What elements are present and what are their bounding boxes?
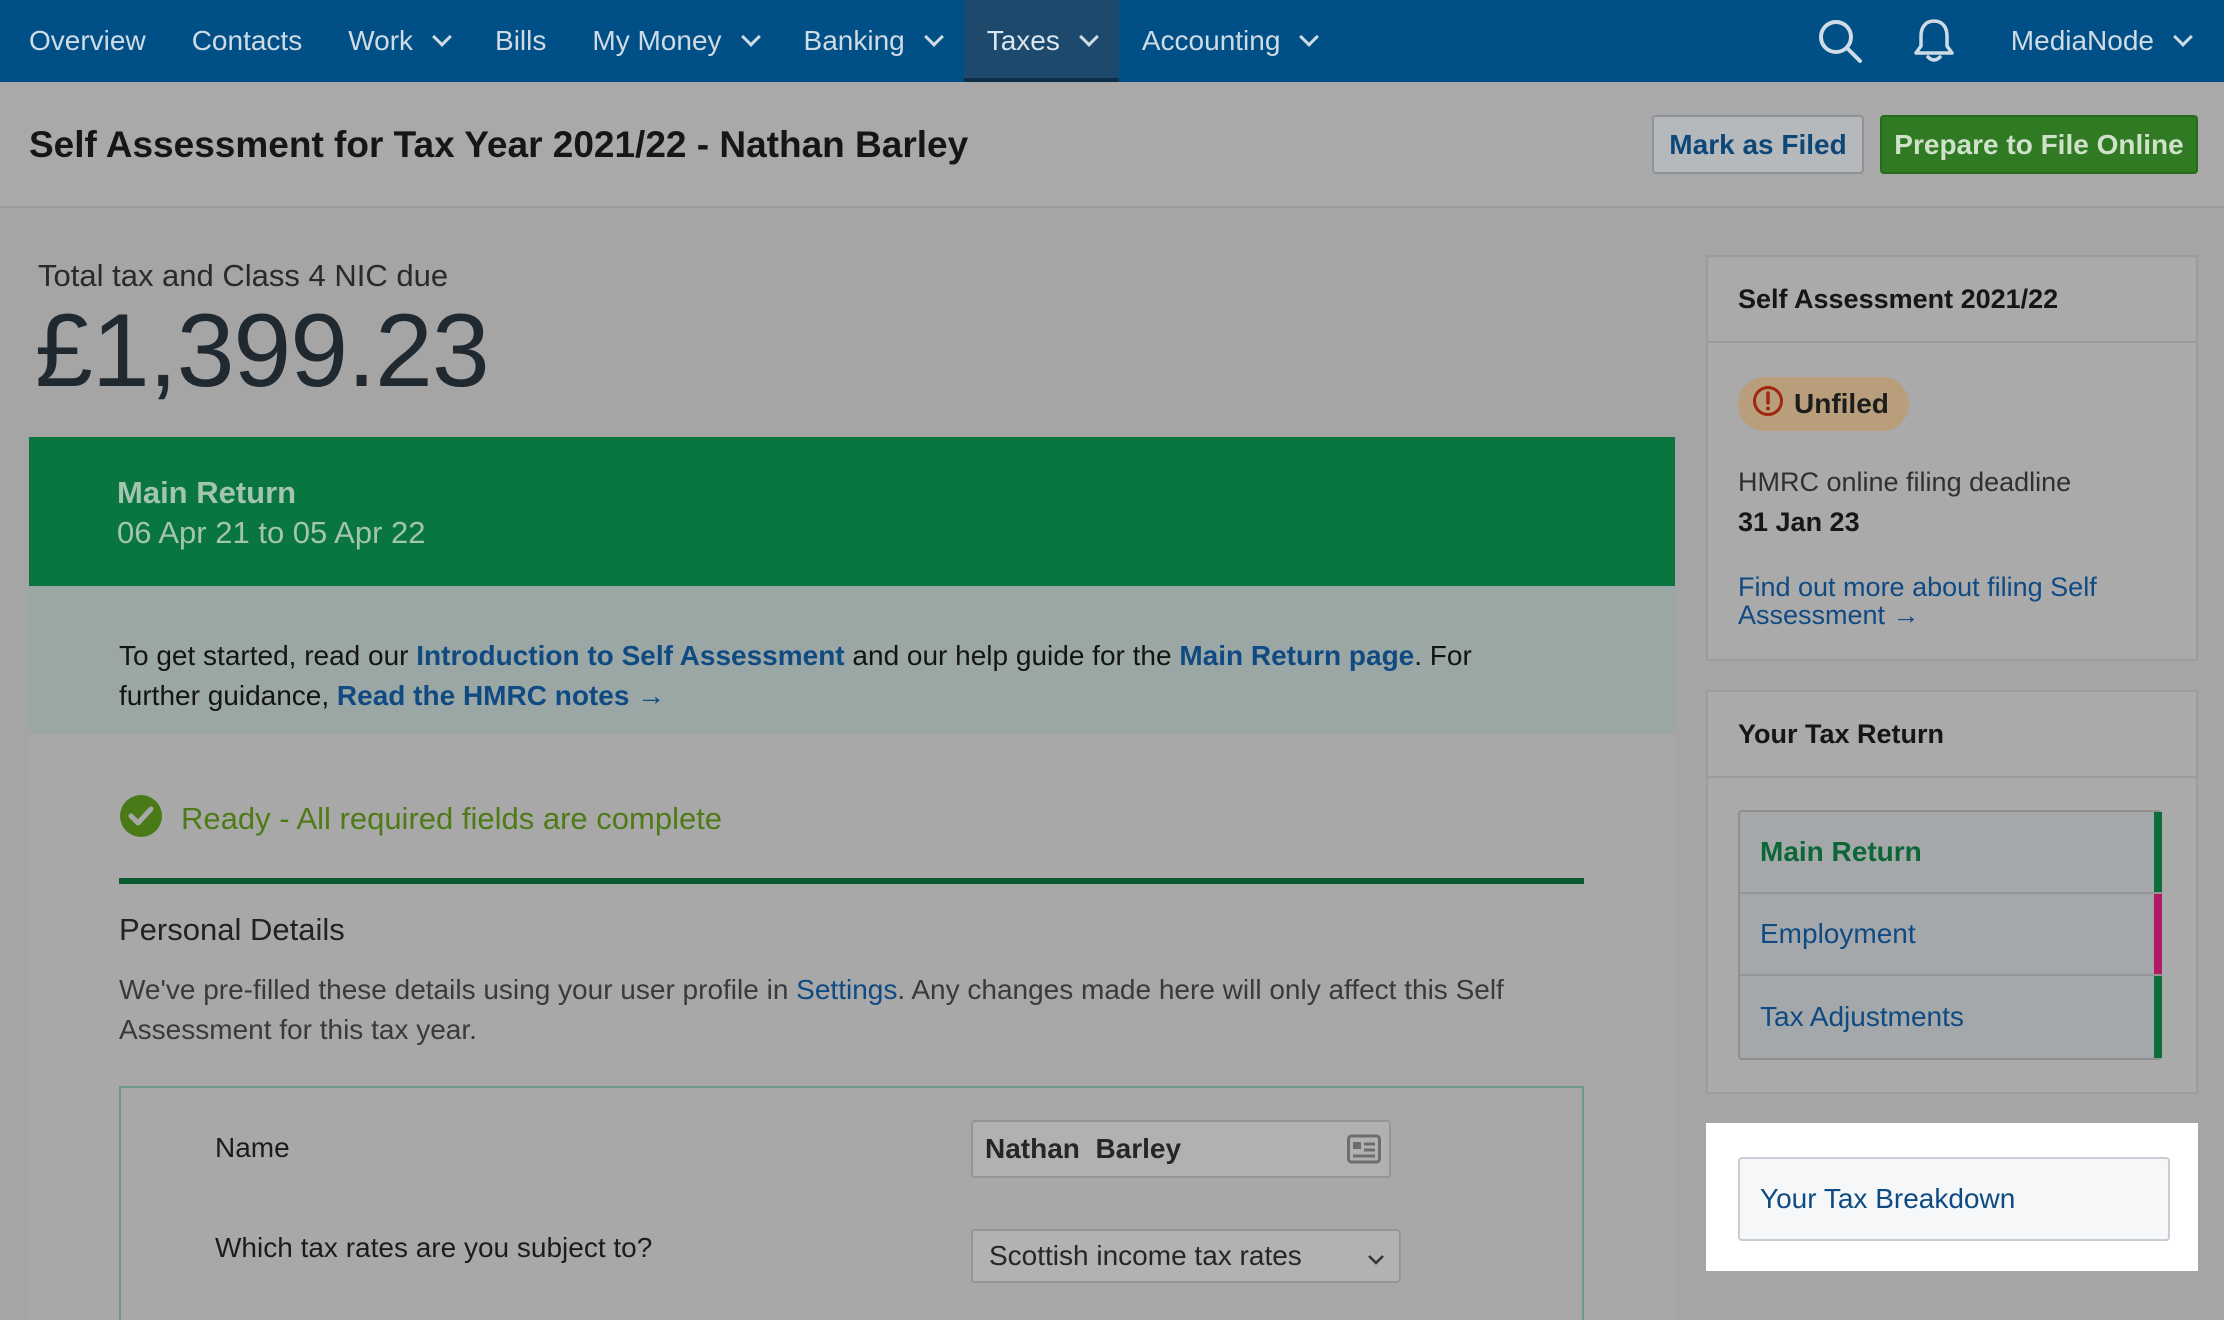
chevron-down-icon [1078,27,1099,47]
tax-breakdown-card: Your Tax Breakdown [1706,1123,2198,1271]
nav-work[interactable]: Work [325,0,472,82]
nav-contacts[interactable]: Contacts [169,0,326,82]
section-status-bar [2154,976,2162,1058]
warning-icon [1752,385,1784,424]
personal-details-heading: Personal Details [119,912,345,947]
total-tax-amount: £1,399.23 [35,293,490,409]
section-status-bar [2154,812,2162,892]
chevron-down-icon [432,27,452,47]
personal-details-fields: Name Nathan Barley Which tax rates are y… [119,1086,1584,1320]
total-tax-label: Total tax and Class 4 NIC due [38,258,449,293]
main-return-form: Ready - All required fields are complete… [29,734,1675,1320]
section-label: Tax Adjustments [1760,1001,1964,1032]
info-text-part: To get started, read our [119,640,417,671]
status-card-title: Self Assessment 2021/22 [1708,257,2196,343]
page-header: Self Assessment for Tax Year 2021/22 - N… [0,82,2224,208]
self-assessment-status-card: Self Assessment 2021/22 Unfiled HMRC onl… [1706,255,2198,661]
main-return-dates: 06 Apr 21 to 05 Apr 22 [117,515,426,550]
nav-overview-label: Overview [29,25,146,56]
section-divider [119,878,1584,884]
your-tax-return-card: Your Tax Return Main Return Employment T… [1706,690,2198,1094]
nav-banking[interactable]: Banking [781,0,964,82]
nav-right-tools: MediaNode [1815,0,2224,82]
chevron-down-icon [923,27,944,47]
section-label: Main Return [1760,836,1922,867]
contact-card-icon[interactable] [1347,1134,1381,1171]
tax-return-card-title: Your Tax Return [1708,692,2196,778]
chevron-down-icon [1299,27,1320,47]
ready-status: Ready - All required fields are complete [119,794,722,843]
prepare-to-file-online-button[interactable]: Prepare to File Online [1880,115,2198,174]
section-employment[interactable]: Employment [1740,894,2162,976]
info-text-part: and our help guide for the [844,640,1180,671]
tax-return-sections: Main Return Employment Tax Adjustments [1738,810,2162,1060]
filing-deadline-value: 31 Jan 23 [1738,507,1860,537]
nav-taxes-label: Taxes [986,25,1060,56]
search-icon[interactable] [1815,16,1865,66]
tax-rates-selected-value: Scottish income tax rates [989,1240,1302,1271]
nav-bills[interactable]: Bills [472,0,569,82]
nav-banking-label: Banking [803,25,905,56]
main-return-title: Main Return [117,475,297,510]
tax-rates-label: Which tax rates are you subject to? [215,1232,653,1263]
chevron-down-icon [740,27,761,47]
name-field[interactable]: Nathan Barley [971,1120,1391,1178]
tax-rates-select[interactable]: Scottish income tax rates [971,1229,1401,1283]
mark-as-filed-button[interactable]: Mark as Filed [1652,115,1864,174]
name-label: Name [215,1132,290,1163]
ready-status-text: Ready - All required fields are complete [181,800,723,836]
page-title: Self Assessment for Tax Year 2021/22 - N… [29,124,969,165]
tax-breakdown-button[interactable]: Your Tax Breakdown [1738,1157,2170,1241]
status-badge-text: Unfiled [1794,388,1889,419]
nav-contacts-label: Contacts [191,25,303,56]
chevron-down-icon [2173,27,2193,47]
name-value: Nathan Barley [985,1133,1182,1164]
personal-details-description: We've pre-filled these details using you… [119,970,1539,1050]
status-badge: Unfiled [1738,377,1909,431]
filing-deadline-label: HMRC online filing deadline [1738,467,2072,497]
hmrc-notes-link[interactable]: Read the HMRC notes → [337,680,665,711]
section-main-return[interactable]: Main Return [1740,812,2162,894]
section-status-bar [2154,894,2162,974]
nav-overview[interactable]: Overview [0,0,169,82]
main-return-page-link[interactable]: Main Return page [1179,640,1414,671]
main-return-banner: Main Return 06 Apr 21 to 05 Apr 22 [29,437,1675,586]
getting-started-text: To get started, read our Introduction to… [119,636,1519,716]
intro-self-assessment-link[interactable]: Introduction to Self Assessment [416,640,844,671]
settings-link[interactable]: Settings [796,974,897,1005]
nav-work-label: Work [348,25,414,56]
nav-accounting-label: Accounting [1141,25,1281,56]
description-text-part: We've pre-filled these details using you… [119,974,797,1005]
nav-my-money[interactable]: My Money [569,0,780,82]
check-circle-icon [119,794,163,843]
getting-started-info: To get started, read our Introduction to… [29,586,1675,734]
chevron-down-icon [1365,1245,1387,1277]
filing-info-link[interactable]: Find out more about filing Self Assessme… [1738,573,2158,629]
nav-bills-label: Bills [495,25,547,56]
top-navigation: Overview Contacts Work Bills My Money Ba… [0,0,2224,82]
section-tax-adjustments[interactable]: Tax Adjustments [1740,976,2162,1058]
user-menu[interactable]: MediaNode [2010,25,2193,57]
user-name: MediaNode [2010,25,2154,56]
section-label: Employment [1760,918,1916,949]
nav-taxes[interactable]: Taxes [963,0,1120,82]
nav-my-money-label: My Money [592,25,722,56]
nav-accounting[interactable]: Accounting [1119,0,1340,82]
bell-icon[interactable] [1909,16,1959,66]
